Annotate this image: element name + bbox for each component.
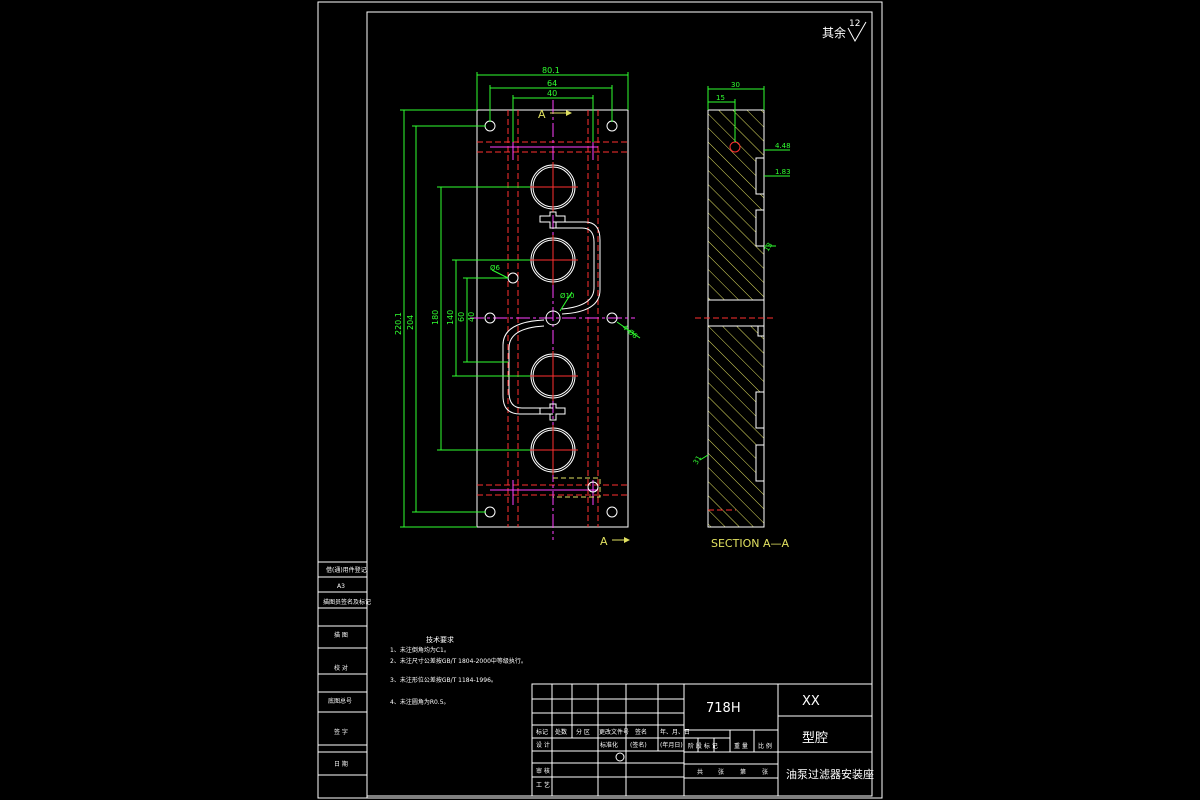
- side-row-6: 底图总号: [328, 697, 352, 705]
- svg-text:A: A: [538, 108, 546, 121]
- runner-channels: [502, 211, 601, 421]
- title-block: 标记 处数 分 区 更改文件号 签名 年、月、日 设 计 标准化 (签名) (年…: [531, 683, 874, 797]
- section-dim-15: 15: [716, 94, 725, 102]
- part-name: 型腔: [802, 731, 828, 746]
- side-row-1: 借(通)用件登记: [326, 566, 367, 574]
- projection-symbol: [615, 752, 625, 762]
- tb-check: 审 核: [536, 767, 550, 775]
- side-table: 借(通)用件登记 A3 描图员签名及标记 描 图 校 对 底图总号 签 字 日 …: [317, 561, 371, 799]
- dim-height-60: 60: [457, 312, 466, 322]
- dim-width-overall: 80.1: [542, 66, 560, 75]
- tb-sheet-total: 共: [697, 768, 703, 776]
- section-dim-31: 31: [692, 454, 703, 466]
- side-row-5: 校 对: [334, 664, 348, 672]
- drawing-title: 油泵过滤器安装座: [786, 767, 874, 781]
- side-row-3: 描图员签名及标记: [323, 598, 371, 606]
- section-dim-448: 4.48: [775, 142, 791, 150]
- tb-sheet-unit2: 张: [762, 768, 768, 776]
- roughness-label: 其余: [822, 25, 846, 40]
- screw-holes: [484, 120, 618, 518]
- hole-label-gate: Ø10: [560, 292, 574, 300]
- organization-label: XX: [802, 694, 820, 709]
- dimension-lines: [400, 72, 641, 528]
- hole-label-screw: 4-Ø6: [621, 323, 640, 340]
- tb-design: 设 计: [536, 741, 550, 749]
- section-title: SECTION A—A: [711, 537, 789, 550]
- tech-notes-title: 技术要求: [426, 635, 454, 644]
- tb-sheet-unit1: 张: [718, 768, 724, 776]
- dim-height-inner: 140: [446, 310, 455, 325]
- tb-header-sign: 签名: [635, 728, 647, 736]
- cad-drawing-canvas: 其余 12 80.1 64 40 220.1 204 180 140 60 40…: [317, 1, 883, 799]
- dim-height-40: 40: [467, 312, 476, 322]
- section-view: 30 15 4.48 1.83 13 31 SECTION A—A: [692, 81, 791, 550]
- tb-process: 工 艺: [536, 781, 550, 789]
- tb-header-count: 处数: [555, 728, 567, 736]
- roughness-symbol: 其余 12: [822, 19, 867, 43]
- material-label: 718H: [706, 701, 741, 716]
- side-row-2: A3: [337, 583, 345, 590]
- tb-weight-label: 重 量: [734, 742, 748, 750]
- section-dim-30: 30: [731, 81, 740, 89]
- dim-width-holes: 64: [547, 79, 557, 88]
- dim-height-overall: 220.1: [394, 312, 403, 335]
- tb-standard: 标准化: [600, 741, 618, 749]
- tb-date: (年月日): [660, 741, 683, 749]
- dim-width-channels: 40: [547, 89, 557, 98]
- tech-notes: 技术要求 1、未注倒角均为C1。 2、未注尺寸公差按GB/T 1804-2000…: [390, 635, 527, 706]
- roughness-value: 12: [849, 19, 860, 29]
- section-dim-13: 13: [763, 241, 774, 253]
- tb-scale-label: 比 例: [758, 742, 772, 750]
- dim-height-holes: 204: [406, 315, 415, 330]
- tech-note-1: 1、未注倒角均为C1。: [390, 646, 450, 654]
- tb-header-mark: 标记: [536, 728, 548, 736]
- tb-header-zone: 分 区: [576, 728, 590, 736]
- tb-header-doc: 更改文件号: [599, 728, 629, 736]
- tech-note-2: 2、未注尺寸公差按GB/T 1804-2000中等级执行。: [390, 657, 527, 665]
- hole-label-small: Ø6: [490, 264, 501, 272]
- side-row-8: 日 期: [334, 760, 348, 768]
- tb-sheet-num: 第: [740, 768, 746, 776]
- section-mark-bottom: A: [600, 535, 630, 548]
- side-row-7: 签 字: [334, 728, 348, 736]
- tb-signature: (签名): [630, 741, 647, 749]
- tech-note-4: 4、未注圆角为R0.5。: [390, 698, 450, 706]
- tech-note-3: 3、未注形位公差按GB/T 1184-1996。: [390, 676, 497, 684]
- dim-height-cavities: 180: [431, 310, 440, 325]
- section-dim-183: 1.83: [775, 168, 791, 176]
- side-row-4: 描 图: [334, 631, 348, 639]
- tb-stage-label: 阶 段 标 记: [688, 742, 718, 750]
- tb-header-date: 年、月、日: [660, 728, 690, 736]
- svg-text:A: A: [600, 535, 608, 548]
- front-view: 80.1 64 40 220.1 204 180 140 60 40 Ø6 Ø1…: [394, 66, 641, 548]
